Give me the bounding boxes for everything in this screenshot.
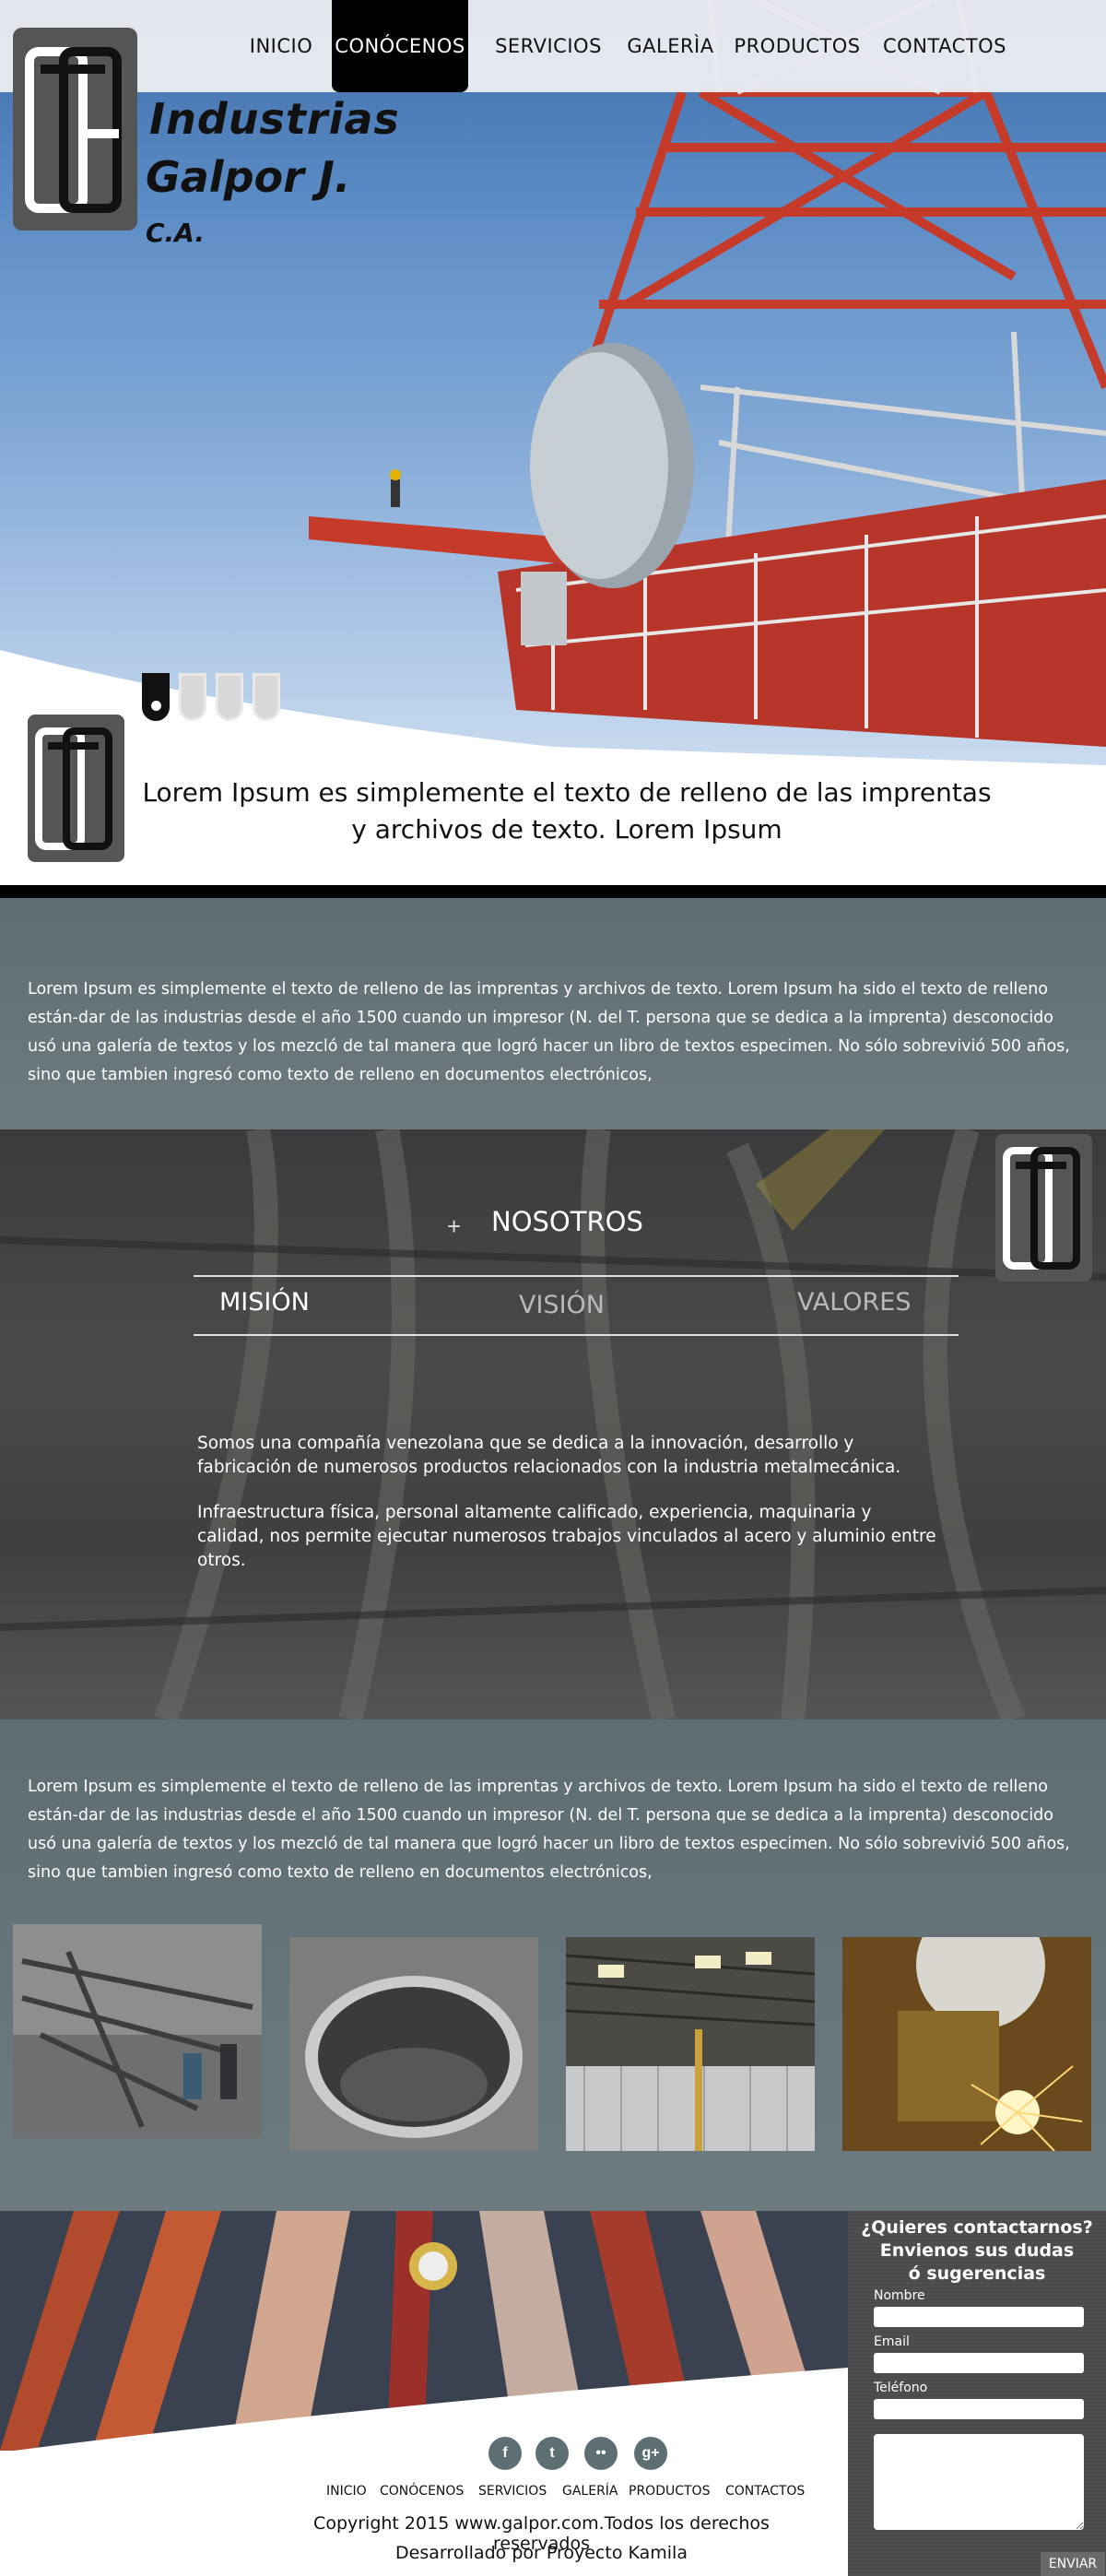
footer-nav-productos[interactable]: PRODUCTOS xyxy=(629,2484,710,2499)
hero-caption-band: Lorem Ipsum es simplemente el texto de r… xyxy=(0,715,1106,885)
gallery-photo-1 xyxy=(13,1924,262,2138)
footer-nav-conocenos[interactable]: CONÓCENOS xyxy=(380,2484,464,2499)
contact-title-line3: ó sugerencias xyxy=(908,2263,1046,2284)
email-label: Email xyxy=(874,2334,910,2349)
googleplus-icon[interactable]: g+ xyxy=(634,2437,667,2470)
brand-suffix: C.A. xyxy=(146,218,206,248)
nav-item-productos[interactable]: PRODUCTOS xyxy=(733,0,862,92)
gallery-section: Lorem Ipsum es simplemente el texto de r… xyxy=(0,1719,1106,2211)
gallery-paragraph: Lorem Ipsum es simplemente el texto de r… xyxy=(28,1778,1070,1882)
nav-item-galeria[interactable]: GALERÌA xyxy=(622,0,719,92)
slider-dot-4[interactable] xyxy=(253,673,280,721)
phone-field[interactable] xyxy=(874,2399,1084,2419)
hero-caption-text: Lorem Ipsum es simplemente el texto de r… xyxy=(142,777,992,845)
contact-title: ¿Quieres contactarnos? Envienos sus duda… xyxy=(848,2216,1106,2286)
about-paragraph-1: Somos una compañía venezolana que se ded… xyxy=(197,1434,901,1477)
footer-nav-servicios[interactable]: SERVICIOS xyxy=(478,2484,547,2499)
send-button[interactable]: ENVIAR xyxy=(1041,2552,1105,2576)
gallery-photo-4 xyxy=(842,1937,1091,2151)
nav-item-servicios[interactable]: SERVICIOS xyxy=(488,0,608,92)
name-field[interactable] xyxy=(874,2307,1084,2327)
contact-form: ¿Quieres contactarnos? Envienos sus duda… xyxy=(848,2211,1106,2576)
logo-gj-icon xyxy=(35,727,112,850)
brand-name-galpor: Galpor J. xyxy=(146,152,351,202)
caption-logo xyxy=(28,715,124,862)
section-divider xyxy=(0,885,1106,898)
about-title: NOSOTROS xyxy=(491,1206,643,1237)
tab-valores[interactable]: VALORES xyxy=(797,1288,912,1317)
message-field[interactable] xyxy=(874,2434,1084,2530)
tab-mision[interactable]: MISIÓN xyxy=(219,1288,310,1317)
phone-label: Teléfono xyxy=(874,2381,928,2395)
about-logo xyxy=(995,1134,1092,1282)
facebook-icon[interactable]: f xyxy=(488,2437,522,2470)
contact-title-line2: Envienos sus dudas xyxy=(879,2240,1075,2261)
slider-pagination xyxy=(142,673,280,721)
email-field[interactable] xyxy=(874,2353,1084,2373)
brand-name-line2: Galpor J. C.A. xyxy=(146,152,387,252)
intro-paragraph: Lorem Ipsum es simplemente el texto de r… xyxy=(28,980,1070,1084)
footer-banner-image xyxy=(0,2211,848,2451)
flickr-icon[interactable]: •• xyxy=(584,2437,618,2470)
nav-item-contactos[interactable]: CONTACTOS xyxy=(880,0,1009,92)
twitter-icon[interactable]: t xyxy=(535,2437,569,2470)
slider-dot-2[interactable] xyxy=(179,673,206,721)
logo-gj-icon xyxy=(25,47,122,213)
gallery-photo-2 xyxy=(289,1937,538,2151)
logo-gj-icon xyxy=(1003,1147,1080,1270)
developer-credit: Desarrollado por Proyecto Kamila xyxy=(395,2543,688,2563)
slider-dot-3[interactable] xyxy=(216,673,243,721)
name-label: Nombre xyxy=(874,2288,925,2303)
footer-nav-galeria[interactable]: GALERÍA xyxy=(562,2484,618,2499)
about-paragraph-2: Infraestructura física, personal altamen… xyxy=(197,1503,936,1570)
contact-title-line1: ¿Quieres contactarnos? xyxy=(861,2217,1093,2238)
footer-nav-contactos[interactable]: CONTACTOS xyxy=(725,2484,805,2499)
intro-section: Lorem Ipsum es simplemente el texto de r… xyxy=(0,898,1106,1129)
slider-dot-1[interactable] xyxy=(142,673,170,721)
footer-pipes-photo xyxy=(0,2211,848,2451)
gallery-image-welding[interactable] xyxy=(842,1937,1091,2151)
about-section: + NOSOTROS MISIÓN VISIÓN VALORES Somos u… xyxy=(0,1129,1106,1719)
hero-slider: INICIO CONÓCENOS SERVICIOS GALERÌA PRODU… xyxy=(0,0,1106,765)
brand-logo[interactable]: Industrias Galpor J. C.A. xyxy=(0,9,399,248)
plus-icon[interactable]: + xyxy=(447,1212,461,1241)
gallery-image-steel-cylinder[interactable] xyxy=(289,1937,538,2151)
tabs-bottom-line xyxy=(194,1334,959,1336)
brand-name-line1: Industrias xyxy=(149,94,400,144)
tabs-top-line xyxy=(194,1275,959,1277)
footer: f t •• g+ INICIO CONÓCENOS SERVICIOS GAL… xyxy=(0,2211,1106,2576)
gallery-image-warehouse[interactable] xyxy=(566,1937,815,2151)
footer-nav-inicio[interactable]: INICIO xyxy=(326,2484,367,2499)
gallery-image-steel-frames[interactable] xyxy=(13,1924,262,2138)
gallery-photo-3 xyxy=(566,1937,815,2151)
logo-mark xyxy=(13,28,137,230)
tab-vision[interactable]: VISIÓN xyxy=(519,1291,605,1319)
